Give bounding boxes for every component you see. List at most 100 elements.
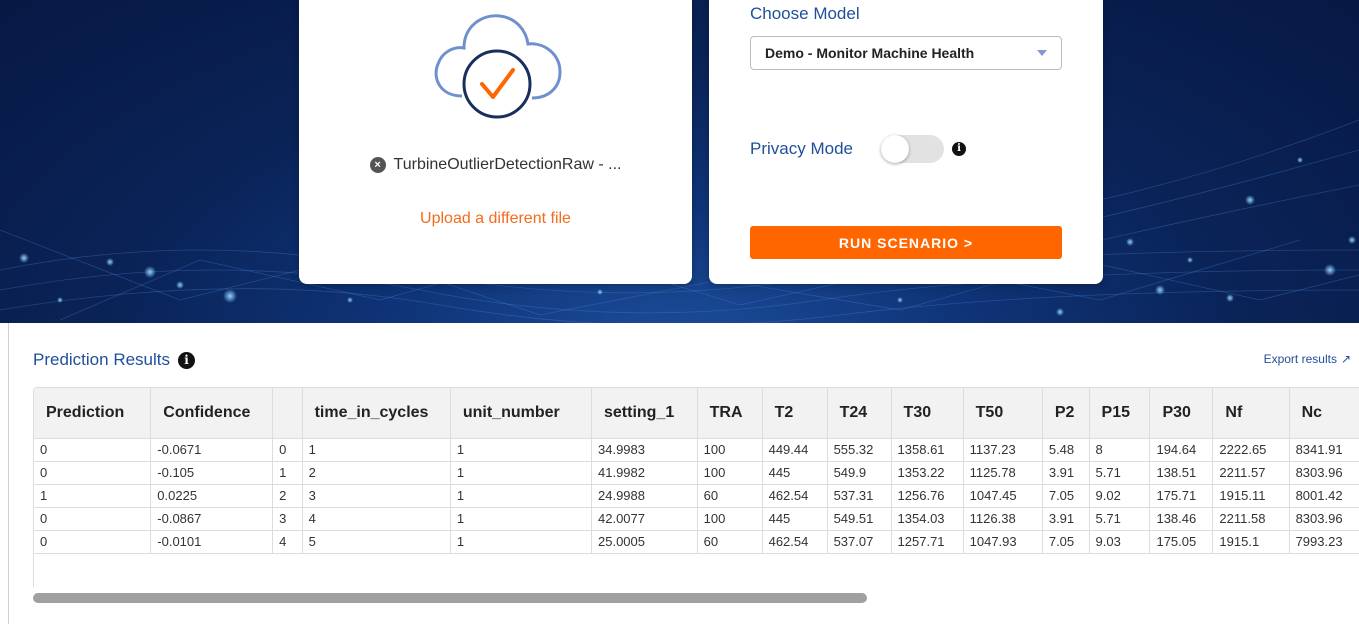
file-name: TurbineOutlierDetectionRaw - ... xyxy=(393,156,622,173)
column-header[interactable]: Nf xyxy=(1212,388,1290,439)
table-header-row: Prediction Confidence time_in_cycles unit_n… xyxy=(34,388,1359,439)
table-row: 1 0.0225 2 3 1 24.9988 60 462.54 537.31 1256.76 10… xyxy=(34,484,1359,508)
table-cell: 462.54 xyxy=(762,530,828,554)
table-cell: 9.02 xyxy=(1089,484,1151,508)
column-header[interactable]: T30 xyxy=(891,388,964,439)
table-cell: 1047.93 xyxy=(963,530,1043,554)
column-header[interactable]: Prediction xyxy=(34,388,152,439)
table-cell: 138.46 xyxy=(1149,507,1214,531)
table-cell: 3 xyxy=(302,484,451,508)
table-cell: -0.0101 xyxy=(150,530,274,554)
table-cell: 1 xyxy=(302,438,451,462)
table-cell: -0.0671 xyxy=(150,438,274,462)
column-header[interactable]: T24 xyxy=(827,388,892,439)
column-header[interactable]: P15 xyxy=(1089,388,1151,439)
table-cell: 175.71 xyxy=(1149,484,1214,508)
table-cell: 5.71 xyxy=(1089,507,1151,531)
horizontal-scrollbar[interactable] xyxy=(33,593,867,603)
cloud-check-icon xyxy=(434,14,562,119)
table-cell: 1353.22 xyxy=(891,461,964,485)
table-cell: 4 xyxy=(272,530,303,554)
table-row: 0 -0.0101 4 5 1 25.0005 60 462.54 537.07 1257.71 1… xyxy=(34,530,1359,554)
table-cell: 445 xyxy=(762,507,828,531)
model-card: Choose Model Demo - Monitor Machine Heal… xyxy=(709,0,1103,284)
external-link-icon: ↗ xyxy=(1340,352,1351,366)
table-cell: 100 xyxy=(697,507,763,531)
table-cell: 2 xyxy=(302,461,451,485)
table-cell: 8001.42 xyxy=(1289,484,1359,508)
table-row: 0 -0.0867 3 4 1 42.0077 100 445 549.51 1354.03 112… xyxy=(34,507,1359,531)
table-cell: 0 xyxy=(34,530,152,554)
table-cell: 3.91 xyxy=(1042,507,1090,531)
export-results-label: Export results xyxy=(1263,352,1337,366)
toggle-knob xyxy=(881,135,909,163)
column-header[interactable]: unit_number xyxy=(450,388,593,439)
upload-different-file-link[interactable]: Upload a different file xyxy=(299,210,692,228)
table-body: 0 -0.0671 0 1 1 34.9983 100 449.44 555.32 1358.61… xyxy=(34,438,1359,554)
table-cell: 0 xyxy=(34,507,152,531)
table-cell: 2211.58 xyxy=(1212,507,1290,531)
column-header[interactable] xyxy=(272,388,303,439)
table-cell: 8303.96 xyxy=(1289,461,1359,485)
column-header[interactable]: T2 xyxy=(762,388,828,439)
table-cell: 0.0225 xyxy=(150,484,274,508)
table-cell: 445 xyxy=(762,461,828,485)
column-header[interactable]: P2 xyxy=(1042,388,1090,439)
table-cell: 1126.38 xyxy=(963,507,1043,531)
info-icon[interactable]: i xyxy=(952,142,966,156)
table-cell: 100 xyxy=(697,438,763,462)
table-cell: 1256.76 xyxy=(891,484,964,508)
table-cell: -0.0867 xyxy=(150,507,274,531)
table-cell: 555.32 xyxy=(827,438,892,462)
table-cell: 537.31 xyxy=(827,484,892,508)
privacy-mode-label: Privacy Mode xyxy=(750,139,853,158)
table-cell: 1 xyxy=(450,438,593,462)
table-cell: 175.05 xyxy=(1149,530,1214,554)
table-cell: 1 xyxy=(450,507,593,531)
section-divider xyxy=(8,323,9,624)
upload-card: × TurbineOutlierDetectionRaw - ... Uploa… xyxy=(299,0,692,284)
table-cell: 8341.91 xyxy=(1289,438,1359,462)
column-header[interactable]: setting_1 xyxy=(591,388,698,439)
table-cell: 8303.96 xyxy=(1289,507,1359,531)
table-cell: 5 xyxy=(302,530,451,554)
table-cell: 2211.57 xyxy=(1212,461,1290,485)
table-cell: 1137.23 xyxy=(963,438,1043,462)
export-results-link[interactable]: Export results ↗ xyxy=(1264,352,1351,366)
remove-file-icon[interactable]: × xyxy=(369,157,386,173)
table-cell: 1 xyxy=(34,484,152,508)
column-header[interactable]: Nc xyxy=(1289,388,1359,439)
table-cell: 1354.03 xyxy=(891,507,964,531)
table-cell: 0 xyxy=(272,438,303,462)
table-cell: 537.07 xyxy=(827,530,892,554)
chevron-down-icon xyxy=(1037,50,1047,56)
column-header[interactable]: Confidence xyxy=(150,388,274,439)
results-table: Prediction Confidence time_in_cycles unit_n… xyxy=(34,388,1359,554)
table-cell: 3.91 xyxy=(1042,461,1090,485)
column-header[interactable]: P30 xyxy=(1149,388,1214,439)
info-icon[interactable]: i xyxy=(178,351,196,369)
table-cell: 1047.45 xyxy=(963,484,1043,508)
run-scenario-button[interactable]: RUN SCENARIO > xyxy=(750,226,1062,259)
column-header[interactable]: TRA xyxy=(697,388,763,439)
privacy-mode-toggle[interactable] xyxy=(881,135,944,163)
results-header: Prediction Results i xyxy=(33,350,196,370)
table-row: 0 -0.105 1 2 1 41.9982 100 445 549.9 1353.22 1125.… xyxy=(34,461,1359,485)
results-table-container[interactable]: Prediction Confidence time_in_cycles unit_n… xyxy=(33,387,1359,587)
table-cell: 4 xyxy=(302,507,451,531)
table-cell: 1125.78 xyxy=(963,461,1043,485)
table-cell: 549.51 xyxy=(827,507,892,531)
table-cell: 42.0077 xyxy=(591,507,698,531)
table-cell: 100 xyxy=(697,461,763,485)
column-header[interactable]: time_in_cycles xyxy=(302,388,451,439)
model-select[interactable]: Demo - Monitor Machine Health xyxy=(750,36,1062,70)
column-header[interactable]: T50 xyxy=(963,388,1043,439)
table-cell: 1 xyxy=(450,530,593,554)
table-cell: 1 xyxy=(450,484,593,508)
table-cell: 462.54 xyxy=(762,484,828,508)
table-cell: 3 xyxy=(272,507,303,531)
table-cell: 2222.65 xyxy=(1212,438,1290,462)
table-cell: 1 xyxy=(272,461,303,485)
uploaded-file: × TurbineOutlierDetectionRaw - ... xyxy=(299,156,692,174)
results-title: Prediction Results xyxy=(33,350,171,369)
